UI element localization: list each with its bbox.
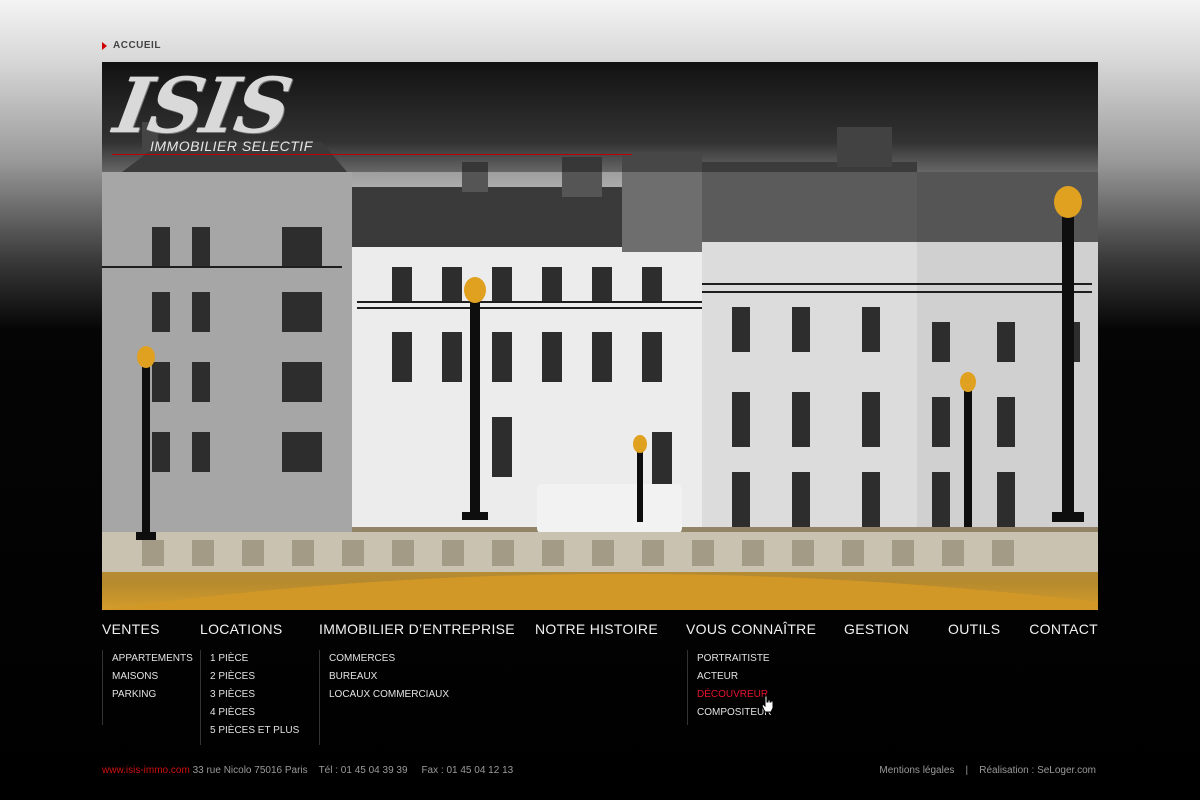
- footer-website-link[interactable]: www.isis-immo.com: [102, 765, 190, 776]
- footer-separator: |: [965, 765, 969, 776]
- submenu-vous-connaitre: PORTRAITISTE ACTEUR DÉCOUVREUR COMPOSITE…: [687, 650, 771, 725]
- breadcrumb-home-link[interactable]: ACCUEIL: [113, 40, 161, 51]
- footer-mentions-legales-link[interactable]: Mentions légales: [879, 765, 954, 776]
- nav-notre-histoire[interactable]: NOTRE HISTOIRE: [535, 621, 658, 637]
- nav-outils[interactable]: OUTILS: [948, 621, 1000, 637]
- logo-wordmark: ISIS: [108, 62, 297, 150]
- submenu-immobilier-entreprise: COMMERCES BUREAUX LOCAUX COMMERCIAUX: [319, 650, 449, 745]
- isis-logo[interactable]: ISIS IMMOBILIER SELECTIF: [108, 62, 313, 154]
- breadcrumb-arrow-icon: [102, 41, 107, 50]
- submenu-item-locaux-commerciaux[interactable]: LOCAUX COMMERCIAUX: [329, 686, 449, 704]
- logo-divider: [112, 154, 632, 155]
- submenu-item-bureaux[interactable]: BUREAUX: [329, 668, 449, 686]
- breadcrumb: ACCUEIL: [102, 40, 161, 51]
- nav-vous-connaitre[interactable]: VOUS CONNAÎTRE: [686, 621, 816, 637]
- hand-pointer-icon: [761, 695, 774, 713]
- nav-gestion[interactable]: GESTION: [844, 621, 909, 637]
- submenu-item-3-pieces[interactable]: 3 PIÈCES: [210, 686, 299, 704]
- hero-banner: ISIS IMMOBILIER SELECTIF: [102, 62, 1098, 610]
- submenu-item-2-pieces[interactable]: 2 PIÈCES: [210, 668, 299, 686]
- submenu-ventes: APPARTEMENTS MAISONS PARKING: [102, 650, 193, 725]
- footer-contact: www.isis-immo.com 33 rue Nicolo 75016 Pa…: [102, 765, 513, 776]
- nav-ventes[interactable]: VENTES: [102, 621, 160, 637]
- nav-locations[interactable]: LOCATIONS: [200, 621, 283, 637]
- submenu-item-maisons[interactable]: MAISONS: [112, 668, 193, 686]
- footer-tel: Tél : 01 45 04 39 39: [318, 765, 408, 776]
- footer-realisation-link[interactable]: Réalisation : SeLoger.com: [979, 765, 1096, 776]
- nav-immobilier-entreprise[interactable]: IMMOBILIER D’ENTREPRISE: [319, 621, 515, 637]
- footer-fax: Fax : 01 45 04 12 13: [421, 765, 514, 776]
- submenu-item-5-pieces-plus[interactable]: 5 PIÈCES ET PLUS: [210, 722, 299, 740]
- submenu-item-portraitiste[interactable]: PORTRAITISTE: [697, 650, 771, 668]
- submenu-item-4-pieces[interactable]: 4 PIÈCES: [210, 704, 299, 722]
- submenu-item-acteur[interactable]: ACTEUR: [697, 668, 771, 686]
- footer-address: 33 rue Nicolo 75016 Paris: [192, 765, 308, 776]
- submenu-item-parking[interactable]: PARKING: [112, 686, 193, 704]
- submenu-locations: 1 PIÈCE 2 PIÈCES 3 PIÈCES 4 PIÈCES 5 PIÈ…: [200, 650, 299, 745]
- nav-contact[interactable]: CONTACT: [1029, 621, 1098, 637]
- footer-links: Mentions légales | Réalisation : SeLoger…: [879, 765, 1096, 776]
- main-nav: VENTES LOCATIONS IMMOBILIER D’ENTREPRISE…: [102, 621, 1098, 639]
- submenu-item-commerces[interactable]: COMMERCES: [329, 650, 449, 668]
- submenu-item-1-piece[interactable]: 1 PIÈCE: [210, 650, 299, 668]
- submenu-item-appartements[interactable]: APPARTEMENTS: [112, 650, 193, 668]
